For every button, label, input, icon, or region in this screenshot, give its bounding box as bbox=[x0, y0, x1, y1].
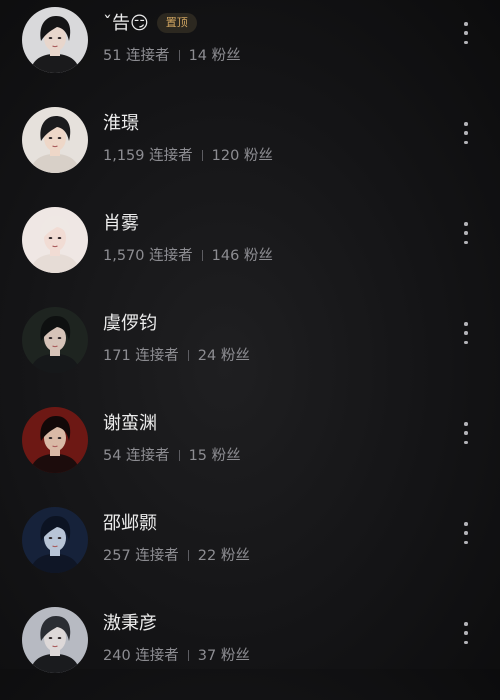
connection-row[interactable]: ˇ告😏 置顶 51 连接者 14 粉丝 bbox=[0, 0, 500, 100]
connection-stats: 171 连接者 24 粉丝 bbox=[103, 347, 250, 365]
more-options-dot bbox=[464, 40, 468, 44]
connection-name: ˇ告😏 bbox=[103, 13, 149, 34]
connection-name: 虞㑩钧 bbox=[103, 313, 157, 334]
more-options-dot bbox=[464, 640, 468, 644]
avatar[interactable] bbox=[22, 407, 88, 473]
stats-divider bbox=[178, 450, 180, 461]
fan-count: 24 粉丝 bbox=[197, 348, 250, 364]
more-options-dot bbox=[464, 231, 468, 235]
connection-name: 滶秉彦 bbox=[103, 613, 157, 634]
fan-count: 120 粉丝 bbox=[211, 148, 273, 164]
stats-divider bbox=[201, 250, 203, 261]
connector-count: 1,159 连接者 bbox=[103, 148, 193, 164]
connector-count: 1,570 连接者 bbox=[103, 248, 193, 264]
more-options-icon[interactable] bbox=[459, 422, 473, 444]
connection-name: 淮璟 bbox=[103, 113, 139, 134]
connection-row[interactable]: 谢蛮渊 54 连接者 15 粉丝 bbox=[0, 400, 500, 500]
more-options-dot bbox=[464, 522, 468, 526]
connection-stats: 240 连接者 37 粉丝 bbox=[103, 647, 250, 665]
stats-divider bbox=[178, 50, 180, 61]
connection-name: 邵邺颢 bbox=[103, 513, 157, 534]
avatar[interactable] bbox=[22, 607, 88, 673]
connector-count: 51 连接者 bbox=[103, 48, 170, 64]
avatar[interactable] bbox=[22, 7, 88, 73]
connector-count: 171 连接者 bbox=[103, 348, 179, 364]
stats-divider bbox=[187, 550, 189, 561]
fan-count: 14 粉丝 bbox=[188, 48, 241, 64]
avatar[interactable] bbox=[22, 207, 88, 273]
connection-row[interactable]: 肖雾 1,570 连接者 146 粉丝 bbox=[0, 200, 500, 300]
more-options-dot bbox=[464, 340, 468, 344]
fan-count: 37 粉丝 bbox=[197, 648, 250, 664]
more-options-dot bbox=[464, 531, 468, 535]
more-options-dot bbox=[464, 240, 468, 244]
avatar[interactable] bbox=[22, 307, 88, 373]
connection-name-line[interactable]: 淮璟 bbox=[103, 113, 139, 135]
connection-stats: 257 连接者 22 粉丝 bbox=[103, 547, 250, 565]
connection-stats: 1,159 连接者 120 粉丝 bbox=[103, 147, 273, 165]
stats-divider bbox=[187, 650, 189, 661]
more-options-dot bbox=[464, 140, 468, 144]
connector-count: 240 连接者 bbox=[103, 648, 179, 664]
connection-row[interactable]: 淮璟 1,159 连接者 120 粉丝 bbox=[0, 100, 500, 200]
connection-name: 肖雾 bbox=[103, 213, 139, 234]
pinned-badge: 置顶 bbox=[156, 13, 197, 33]
more-options-dot bbox=[464, 331, 468, 335]
connection-name: 谢蛮渊 bbox=[103, 413, 157, 434]
more-options-dot bbox=[464, 540, 468, 544]
connection-row[interactable]: 滶秉彦 240 连接者 37 粉丝 bbox=[0, 600, 500, 700]
more-options-icon[interactable] bbox=[459, 22, 473, 44]
connection-row[interactable]: 邵邺颢 257 连接者 22 粉丝 bbox=[0, 500, 500, 600]
more-options-icon[interactable] bbox=[459, 122, 473, 144]
connector-count: 257 连接者 bbox=[103, 548, 179, 564]
more-options-dot bbox=[464, 631, 468, 635]
connection-list: ˇ告😏 置顶 51 连接者 14 粉丝淮璟 1,159 连接者 120 粉丝肖雾 1,570… bbox=[0, 0, 500, 673]
more-options-dot bbox=[464, 322, 468, 326]
more-options-icon[interactable] bbox=[459, 222, 473, 244]
connection-name-line[interactable]: ˇ告😏 置顶 bbox=[103, 13, 197, 35]
fan-count: 15 粉丝 bbox=[188, 448, 241, 464]
connection-name-line[interactable]: 谢蛮渊 bbox=[103, 413, 157, 435]
avatar[interactable] bbox=[22, 107, 88, 173]
stats-divider bbox=[187, 350, 189, 361]
connection-stats: 1,570 连接者 146 粉丝 bbox=[103, 247, 273, 265]
more-options-dot bbox=[464, 22, 468, 26]
stats-divider bbox=[201, 150, 203, 161]
avatar[interactable] bbox=[22, 507, 88, 573]
connection-row[interactable]: 虞㑩钧 171 连接者 24 粉丝 bbox=[0, 300, 500, 400]
connection-name-line[interactable]: 虞㑩钧 bbox=[103, 313, 157, 335]
more-options-dot bbox=[464, 422, 468, 426]
connection-name-line[interactable]: 肖雾 bbox=[103, 213, 139, 235]
connector-count: 54 连接者 bbox=[103, 448, 170, 464]
connection-stats: 54 连接者 15 粉丝 bbox=[103, 447, 241, 465]
more-options-dot bbox=[464, 622, 468, 626]
more-options-dot bbox=[464, 440, 468, 444]
more-options-icon[interactable] bbox=[459, 322, 473, 344]
connection-stats: 51 连接者 14 粉丝 bbox=[103, 47, 241, 65]
more-options-dot bbox=[464, 122, 468, 126]
more-options-icon[interactable] bbox=[459, 522, 473, 544]
connection-name-line[interactable]: 邵邺颢 bbox=[103, 513, 157, 535]
more-options-dot bbox=[464, 222, 468, 226]
more-options-dot bbox=[464, 431, 468, 435]
more-options-icon[interactable] bbox=[459, 622, 473, 644]
fan-count: 22 粉丝 bbox=[197, 548, 250, 564]
more-options-dot bbox=[464, 31, 468, 35]
fan-count: 146 粉丝 bbox=[211, 248, 273, 264]
connection-name-line[interactable]: 滶秉彦 bbox=[103, 613, 157, 635]
more-options-dot bbox=[464, 131, 468, 135]
